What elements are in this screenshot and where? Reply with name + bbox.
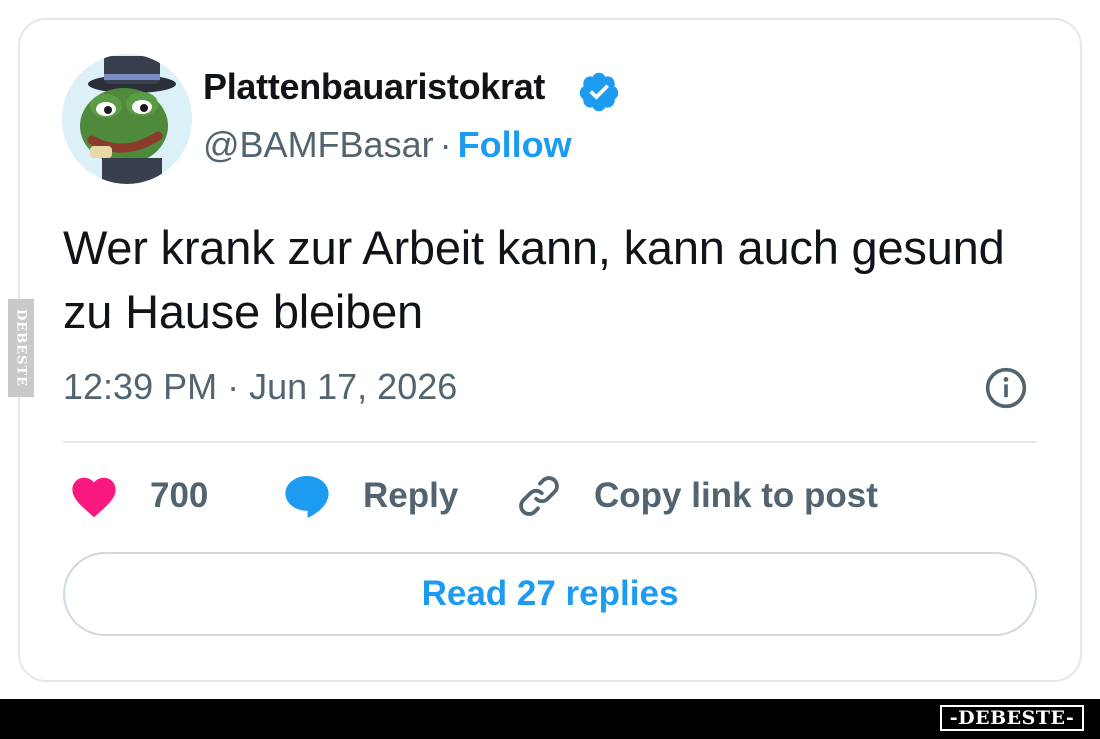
avatar-image [62,54,192,184]
read-replies-label: Read 27 replies [421,574,679,613]
tweet-text: Wer krank zur Arbeit kann, kann auch ges… [63,221,1005,338]
copy-link-button[interactable]: Copy link to post [514,470,878,522]
reply-label: Reply [363,476,459,515]
read-replies-button[interactable]: Read 27 replies [63,552,1037,636]
follow-link[interactable]: Follow [458,124,572,165]
reply-button[interactable]: Reply [283,470,458,522]
side-watermark: DEBESTE [8,299,34,397]
verified-badge-icon [577,70,621,114]
footer-logo: -DEBESTE- [940,705,1084,731]
author-handle-row: @BAMFBasar · Follow [203,124,572,166]
author-display-name[interactable]: Plattenbauaristokrat [203,66,545,108]
author-handle[interactable]: @BAMFBasar [203,124,434,165]
link-icon [519,476,559,516]
footer-bar [0,699,1100,739]
speech-bubble-icon [285,476,329,518]
tweet-timestamp[interactable]: 12:39 PM · Jun 17, 2026 [63,366,457,408]
separator-dot: · [439,124,452,165]
copy-link-label: Copy link to post [594,476,878,515]
heart-icon [72,477,116,518]
like-button[interactable]: 700 [70,470,208,522]
divider [63,441,1037,443]
info-icon[interactable] [984,366,1028,410]
avatar[interactable] [62,54,192,184]
like-count: 700 [150,476,209,515]
